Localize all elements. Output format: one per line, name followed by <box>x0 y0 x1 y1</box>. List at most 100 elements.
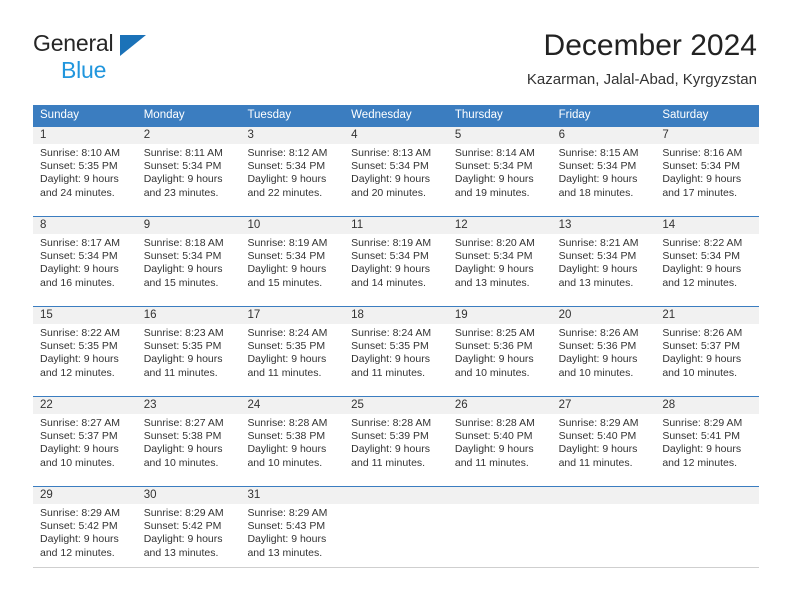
day-number: 13 <box>558 219 572 231</box>
generalblue-logo[interactable]: General Blue <box>33 32 173 82</box>
day-cell[interactable]: 14 Sunrise: 8:22 AM Sunset: 5:34 PM Dayl… <box>655 217 760 306</box>
sunrise-text: Sunrise: 8:27 AM <box>143 417 224 429</box>
sunset-text: Sunset: 5:34 PM <box>662 160 740 173</box>
sunset-text: Sunset: 5:35 PM <box>143 340 222 353</box>
day-cell[interactable]: 23 Sunrise: 8:27 AM Sunset: 5:38 PM Dayl… <box>136 397 241 486</box>
day-cell[interactable]: 27 Sunrise: 8:29 AM Sunset: 5:40 PM Dayl… <box>551 397 656 486</box>
week-row: 8 Sunrise: 8:17 AM Sunset: 5:34 PM Dayli… <box>33 216 760 306</box>
day-number <box>351 487 441 504</box>
sunset-text: Sunset: 5:34 PM <box>143 250 222 263</box>
daylight-text-line2: and 13 minutes. <box>247 546 323 559</box>
day-number: 26 <box>454 399 468 411</box>
day-cell[interactable]: 11 Sunrise: 8:19 AM Sunset: 5:34 PM Dayl… <box>344 217 448 306</box>
sunrise-text: Sunrise: 8:11 AM <box>143 147 223 159</box>
day-details: Sunrise: 8:29 AM Sunset: 5:42 PM Dayligh… <box>40 507 130 560</box>
sunrise-text: Sunrise: 8:19 AM <box>247 237 328 249</box>
day-cell[interactable]: 26 Sunrise: 8:28 AM Sunset: 5:40 PM Dayl… <box>447 397 552 486</box>
daylight-text-line1: Daylight: 9 hours <box>558 443 638 456</box>
sunset-text: Sunset: 5:40 PM <box>558 430 637 443</box>
day-number: 7 <box>662 129 669 141</box>
day-cell[interactable]: 5 Sunrise: 8:14 AM Sunset: 5:34 PM Dayli… <box>447 127 552 216</box>
day-cell[interactable]: 7 Sunrise: 8:16 AM Sunset: 5:34 PM Dayli… <box>655 127 760 216</box>
day-number: 6 <box>558 129 565 141</box>
blue-triangle-icon <box>120 35 146 56</box>
weekday-header-friday: Friday <box>558 109 591 121</box>
day-number: 3 <box>247 129 254 141</box>
page-title: December 2024 <box>543 29 757 62</box>
sunrise-text: Sunrise: 8:29 AM <box>40 507 120 519</box>
weekday-header-sunday: Sunday <box>40 109 80 121</box>
day-cell[interactable]: 1 Sunrise: 8:10 AM Sunset: 5:35 PM Dayli… <box>33 127 137 216</box>
day-cell[interactable]: 12 Sunrise: 8:20 AM Sunset: 5:34 PM Dayl… <box>447 217 552 306</box>
day-cell[interactable]: 6 Sunrise: 8:15 AM Sunset: 5:34 PM Dayli… <box>551 127 656 216</box>
day-cell[interactable]: 4 Sunrise: 8:13 AM Sunset: 5:34 PM Dayli… <box>344 127 448 216</box>
daylight-text-line1: Daylight: 9 hours <box>662 353 742 366</box>
day-cell[interactable]: 8 Sunrise: 8:17 AM Sunset: 5:34 PM Dayli… <box>33 217 137 306</box>
sunset-text: Sunset: 5:36 PM <box>454 340 533 353</box>
day-cell[interactable]: 30 Sunrise: 8:29 AM Sunset: 5:42 PM Dayl… <box>136 487 241 576</box>
day-cell[interactable]: 18 Sunrise: 8:24 AM Sunset: 5:35 PM Dayl… <box>344 307 448 396</box>
day-number: 14 <box>662 219 676 231</box>
day-number: 28 <box>662 399 676 411</box>
daylight-text-line1: Daylight: 9 hours <box>454 173 534 186</box>
sunset-text: Sunset: 5:35 PM <box>351 340 429 353</box>
daylight-text-line2: and 24 minutes. <box>40 186 115 199</box>
day-cell[interactable]: 28 Sunrise: 8:29 AM Sunset: 5:41 PM Dayl… <box>655 397 760 486</box>
day-details: Sunrise: 8:20 AM Sunset: 5:34 PM Dayligh… <box>455 237 545 290</box>
daylight-text-line2: and 12 minutes. <box>662 276 738 289</box>
sunset-text: Sunset: 5:34 PM <box>40 250 118 263</box>
sunrise-text: Sunrise: 8:12 AM <box>247 147 328 159</box>
day-number: 30 <box>143 489 157 501</box>
logo-word-general: General <box>33 30 114 56</box>
daylight-text-line2: and 13 minutes. <box>558 276 634 289</box>
logo-word-blue: Blue <box>61 57 107 83</box>
day-cell[interactable]: 20 Sunrise: 8:26 AM Sunset: 5:36 PM Dayl… <box>551 307 656 396</box>
day-cell[interactable]: 19 Sunrise: 8:25 AM Sunset: 5:36 PM Dayl… <box>447 307 552 396</box>
day-number: 16 <box>143 309 157 321</box>
day-cell[interactable]: 16 Sunrise: 8:23 AM Sunset: 5:35 PM Dayl… <box>136 307 241 396</box>
day-cell[interactable]: 10 Sunrise: 8:19 AM Sunset: 5:34 PM Dayl… <box>240 217 345 306</box>
sunset-text: Sunset: 5:34 PM <box>454 160 533 173</box>
daylight-text-line1: Daylight: 9 hours <box>40 533 119 546</box>
day-cell[interactable]: 15 Sunrise: 8:22 AM Sunset: 5:35 PM Dayl… <box>33 307 137 396</box>
day-cell[interactable]: 9 Sunrise: 8:18 AM Sunset: 5:34 PM Dayli… <box>136 217 241 306</box>
weekday-header-monday: Monday <box>143 109 185 121</box>
day-number <box>662 487 752 504</box>
day-details: Sunrise: 8:28 AM Sunset: 5:40 PM Dayligh… <box>455 417 545 470</box>
day-number: 10 <box>247 219 261 231</box>
day-cell-empty <box>655 487 760 576</box>
day-details: Sunrise: 8:28 AM Sunset: 5:39 PM Dayligh… <box>351 417 441 470</box>
day-number: 25 <box>351 399 364 411</box>
daylight-text-line1: Daylight: 9 hours <box>454 443 534 456</box>
day-details: Sunrise: 8:23 AM Sunset: 5:35 PM Dayligh… <box>144 327 234 380</box>
day-cell[interactable]: 22 Sunrise: 8:27 AM Sunset: 5:37 PM Dayl… <box>33 397 137 486</box>
daylight-text-line1: Daylight: 9 hours <box>454 263 534 276</box>
daylight-text-line1: Daylight: 9 hours <box>558 263 638 276</box>
day-number <box>455 487 545 504</box>
day-number: 11 <box>351 219 364 231</box>
daylight-text-line1: Daylight: 9 hours <box>40 173 119 186</box>
day-cell[interactable]: 2 Sunrise: 8:11 AM Sunset: 5:34 PM Dayli… <box>136 127 241 216</box>
day-cell[interactable]: 3 Sunrise: 8:12 AM Sunset: 5:34 PM Dayli… <box>240 127 345 216</box>
day-cell[interactable]: 25 Sunrise: 8:28 AM Sunset: 5:39 PM Dayl… <box>344 397 448 486</box>
day-cell[interactable]: 31 Sunrise: 8:29 AM Sunset: 5:43 PM Dayl… <box>240 487 345 576</box>
day-details: Sunrise: 8:19 AM Sunset: 5:34 PM Dayligh… <box>351 237 441 290</box>
day-cell[interactable]: 17 Sunrise: 8:24 AM Sunset: 5:35 PM Dayl… <box>240 307 345 396</box>
day-details: Sunrise: 8:18 AM Sunset: 5:34 PM Dayligh… <box>144 237 234 290</box>
day-details: Sunrise: 8:24 AM Sunset: 5:35 PM Dayligh… <box>247 327 337 380</box>
sunset-text: Sunset: 5:36 PM <box>558 340 637 353</box>
sunset-text: Sunset: 5:34 PM <box>558 160 637 173</box>
day-details: Sunrise: 8:26 AM Sunset: 5:36 PM Dayligh… <box>559 327 649 380</box>
daylight-text-line2: and 10 minutes. <box>558 366 634 379</box>
day-cell[interactable]: 24 Sunrise: 8:28 AM Sunset: 5:38 PM Dayl… <box>240 397 345 486</box>
weekday-header-thursday: Thursday <box>454 109 503 121</box>
weekday-header-saturday: Saturday <box>662 109 709 121</box>
daylight-text-line2: and 20 minutes. <box>351 186 426 199</box>
day-details: Sunrise: 8:26 AM Sunset: 5:37 PM Dayligh… <box>662 327 752 380</box>
day-number: 19 <box>454 309 468 321</box>
day-cell[interactable]: 13 Sunrise: 8:21 AM Sunset: 5:34 PM Dayl… <box>551 217 656 306</box>
day-number: 29 <box>40 489 53 501</box>
day-cell[interactable]: 29 Sunrise: 8:29 AM Sunset: 5:42 PM Dayl… <box>33 487 137 576</box>
logo-text-general: General <box>33 32 173 58</box>
day-cell[interactable]: 21 Sunrise: 8:26 AM Sunset: 5:37 PM Dayl… <box>655 307 760 396</box>
